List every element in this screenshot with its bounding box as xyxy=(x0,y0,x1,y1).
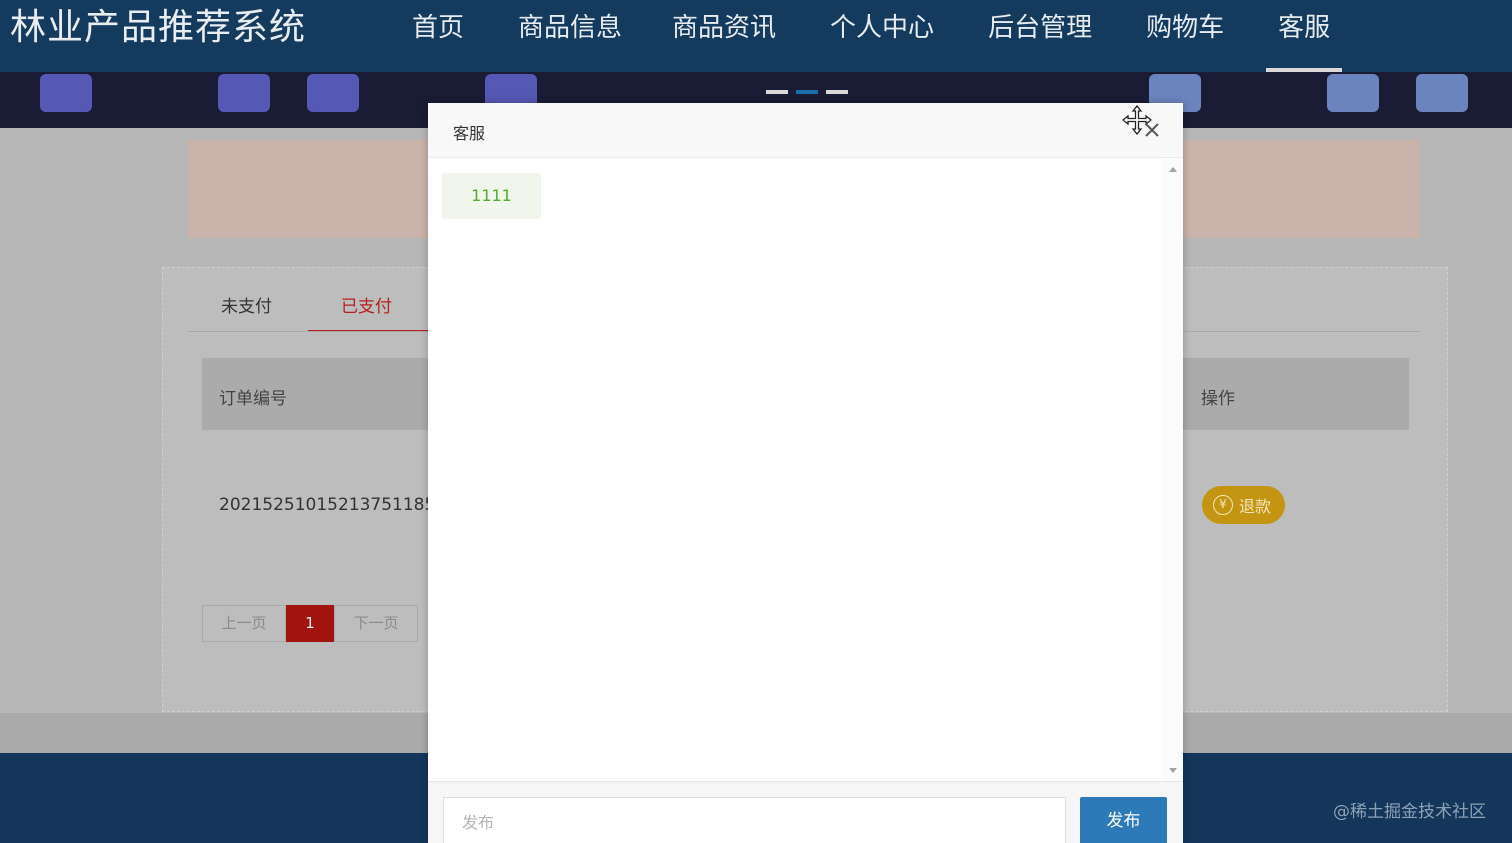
column-header-operation: 操作 xyxy=(1201,389,1235,409)
pagination: 上一页 1 下一页 xyxy=(202,605,418,642)
carousel-dot[interactable] xyxy=(826,90,848,94)
main-nav: 首页 商品信息 商品资讯 个人中心 后台管理 购物车 客服 xyxy=(390,0,1343,72)
refund-label: 退款 xyxy=(1239,497,1272,516)
banner-tile xyxy=(1327,74,1379,112)
customer-service-dialog: 客服 1111 发布 xyxy=(428,103,1183,843)
chat-message-area[interactable]: 1111 xyxy=(428,159,1162,781)
nav-item-cart[interactable]: 购物车 xyxy=(1146,0,1224,72)
next-page-button[interactable]: 下一页 xyxy=(334,605,418,642)
dialog-title: 客服 xyxy=(453,124,486,143)
dialog-header[interactable]: 客服 xyxy=(428,103,1183,158)
prev-page-button[interactable]: 上一页 xyxy=(202,605,286,642)
page-1-button[interactable]: 1 xyxy=(286,605,334,642)
banner-tile xyxy=(40,74,92,112)
chat-message: 1111 xyxy=(442,173,541,219)
nav-item-news[interactable]: 商品资讯 xyxy=(672,0,776,72)
close-icon[interactable] xyxy=(1143,121,1161,139)
watermark: @稀土掘金技术社区 xyxy=(1333,802,1486,822)
carousel-dot[interactable] xyxy=(766,90,788,94)
site-title: 林业产品推荐系统 xyxy=(10,7,307,48)
carousel-dot-active[interactable] xyxy=(796,90,818,94)
tab-paid[interactable]: 已支付 xyxy=(308,296,428,332)
nav-item-personal-center[interactable]: 个人中心 xyxy=(830,0,934,72)
tab-unpaid[interactable]: 未支付 xyxy=(221,296,272,332)
banner-tile xyxy=(1416,74,1468,112)
scroll-up-arrow-icon[interactable] xyxy=(1169,167,1177,172)
dialog-footer: 发布 xyxy=(428,781,1183,843)
top-navbar: 林业产品推荐系统 首页 商品信息 商品资讯 个人中心 后台管理 购物车 客服 xyxy=(0,0,1512,72)
chat-input[interactable] xyxy=(443,797,1066,843)
nav-item-admin[interactable]: 后台管理 xyxy=(988,0,1092,72)
banner-tile xyxy=(307,74,359,112)
send-button[interactable]: 发布 xyxy=(1080,797,1167,843)
yen-icon: ¥ xyxy=(1213,495,1233,515)
order-number-cell: 20215251015213751185​2 xyxy=(219,495,447,515)
refund-button[interactable]: ¥ 退款 xyxy=(1202,486,1285,524)
scroll-down-arrow-icon[interactable] xyxy=(1169,768,1177,773)
carousel-indicators xyxy=(766,90,848,94)
chat-scrollbar[interactable] xyxy=(1162,159,1183,781)
banner-tile xyxy=(218,74,270,112)
nav-item-products[interactable]: 商品信息 xyxy=(518,0,622,72)
nav-item-customer-service[interactable]: 客服 xyxy=(1266,0,1343,72)
column-header-order-no: 订单编号 xyxy=(219,389,287,409)
nav-item-home[interactable]: 首页 xyxy=(412,0,464,72)
